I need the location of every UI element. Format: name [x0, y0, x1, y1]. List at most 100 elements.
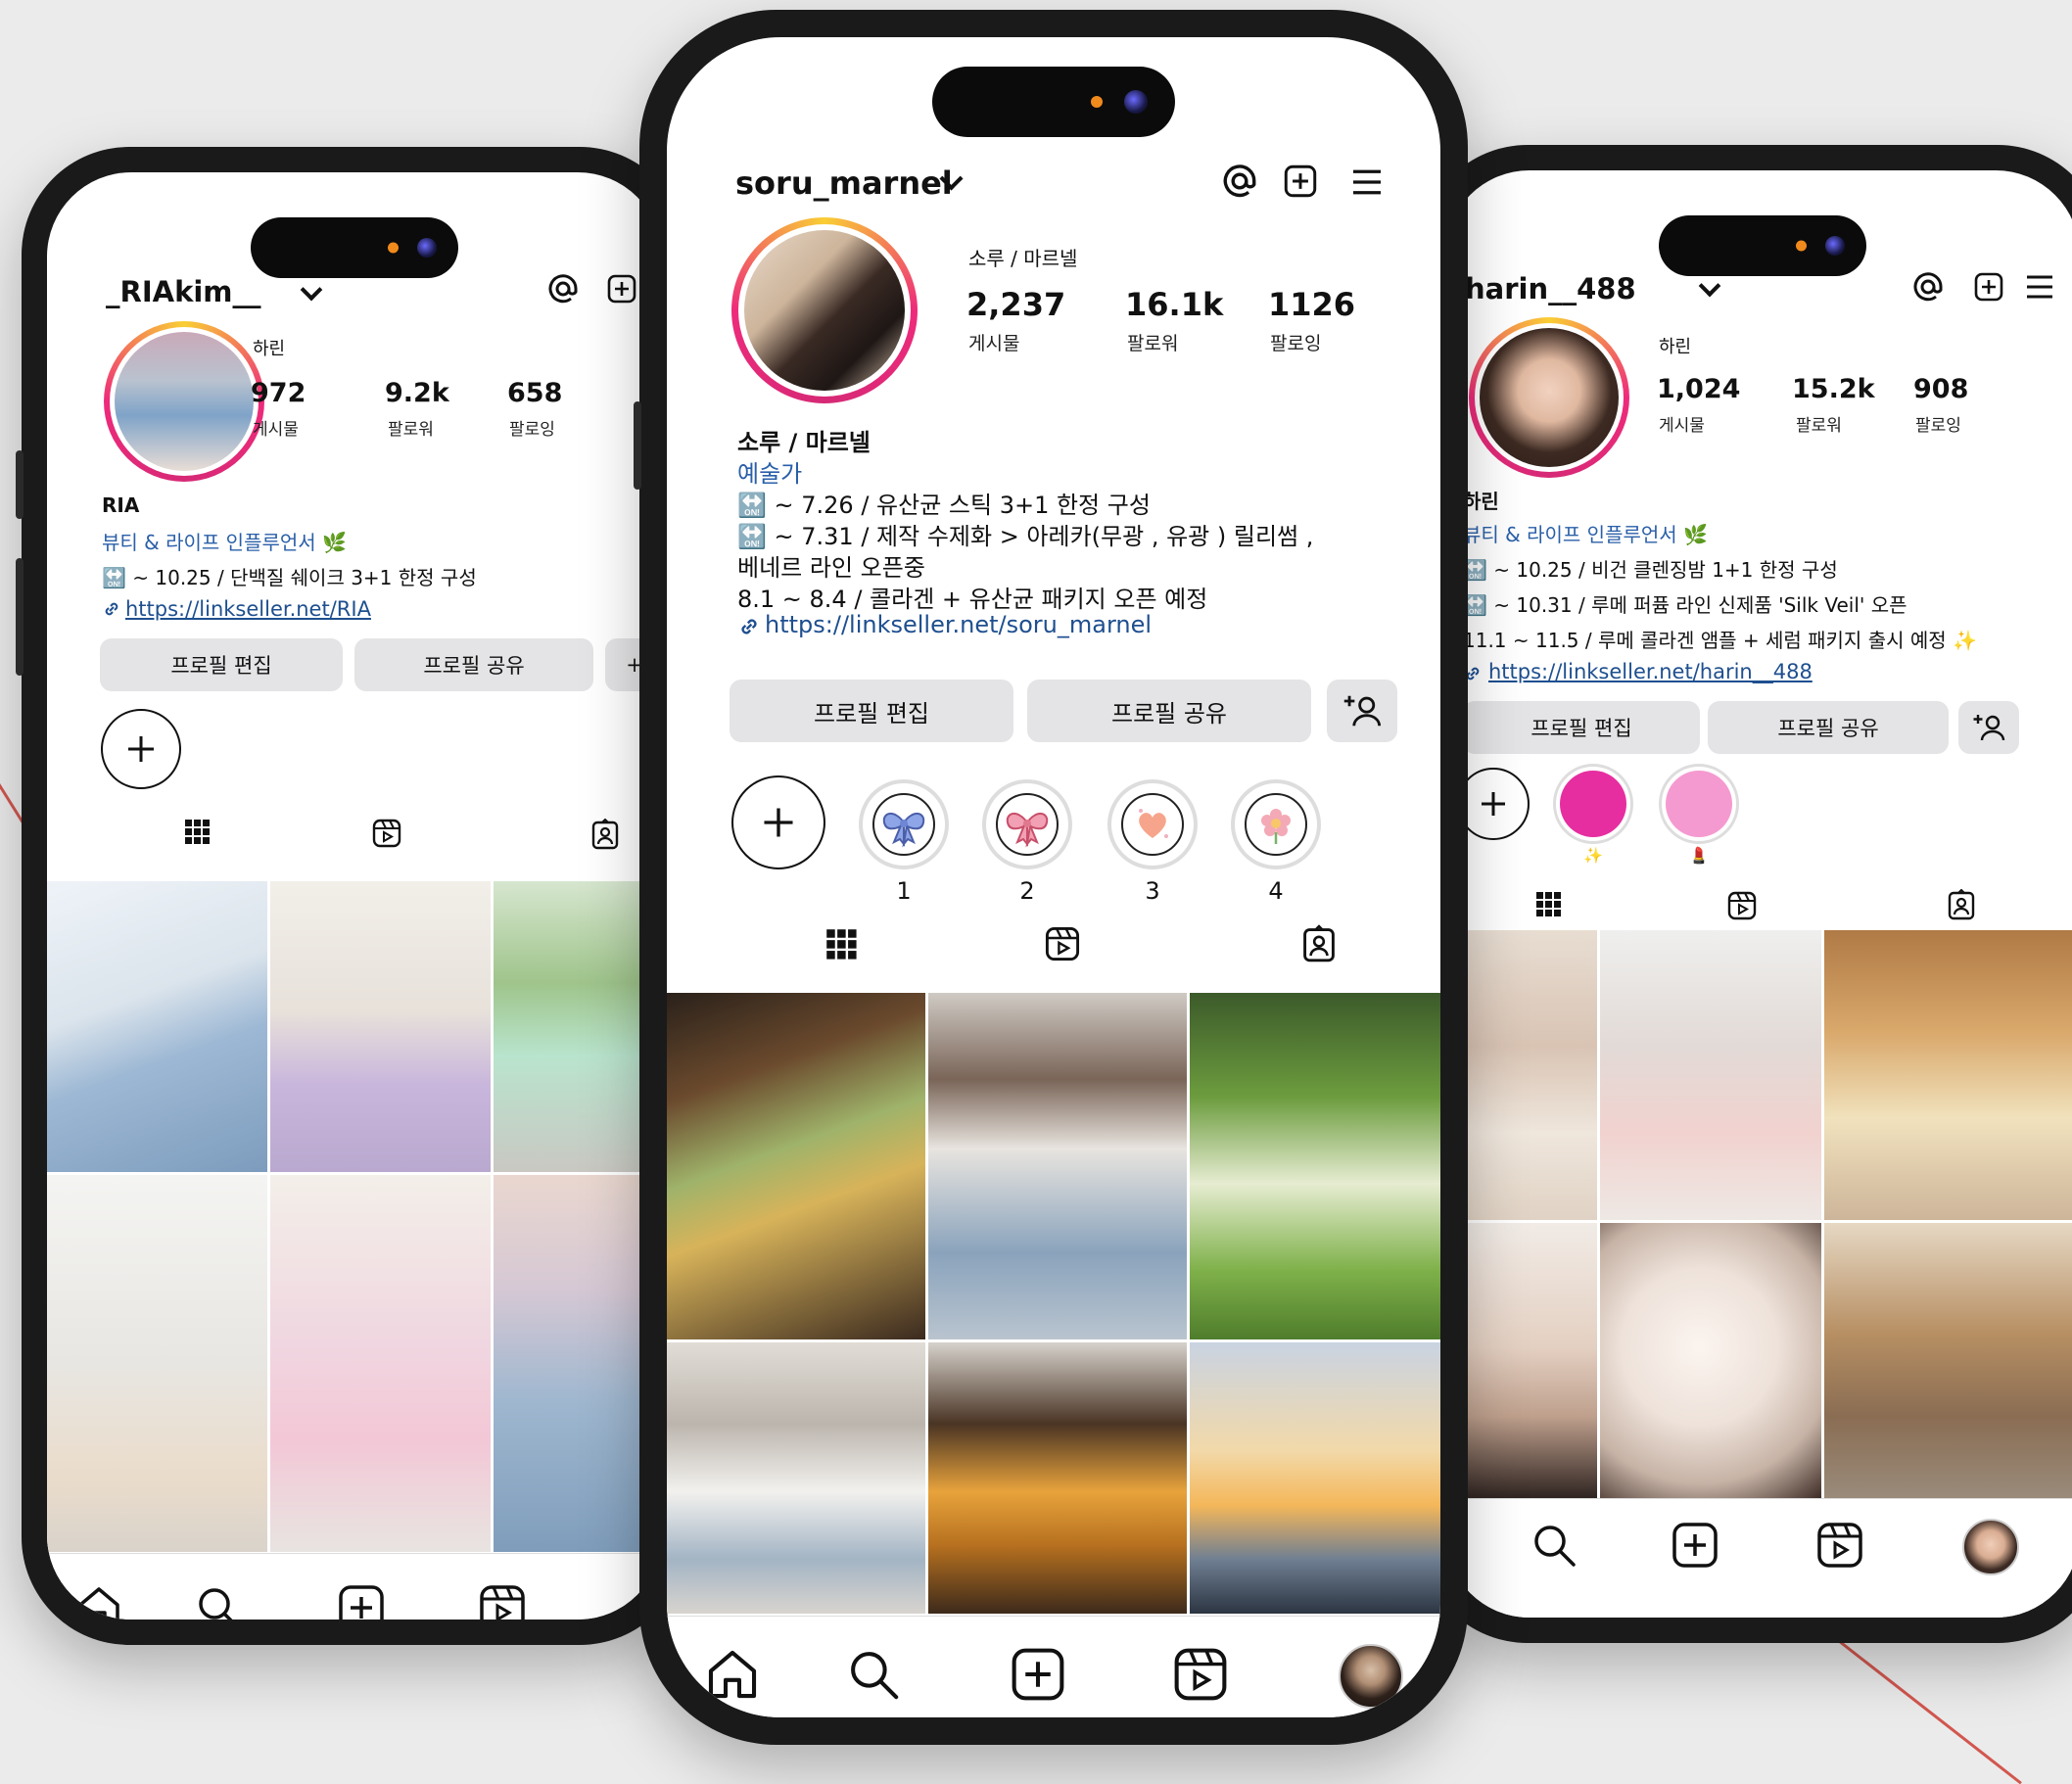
tagged-tab-icon[interactable]	[590, 819, 620, 850]
add-friend-button[interactable]	[1327, 680, 1397, 742]
highlight-label: 4	[1268, 877, 1284, 905]
add-person-icon	[1973, 715, 2005, 741]
link-icon	[105, 602, 118, 616]
add-post-icon[interactable]	[1284, 164, 1317, 198]
post-thumbnail[interactable]	[1190, 1342, 1440, 1614]
stat-followers-value[interactable]: 15.2k	[1792, 374, 1875, 404]
post-thumbnail[interactable]	[47, 1175, 267, 1552]
reels-tab-icon[interactable]	[1727, 891, 1757, 920]
post-thumbnail[interactable]	[1824, 1223, 2072, 1499]
post-thumbnail[interactable]	[667, 1342, 925, 1614]
display-name: 하린	[1659, 337, 1692, 357]
stat-following-label: 팔로잉	[1270, 333, 1322, 354]
avatar[interactable]	[104, 321, 264, 482]
post-thumbnail[interactable]	[1600, 930, 1821, 1220]
chevron-down-icon[interactable]	[1698, 274, 1721, 298]
home-icon[interactable]	[74, 1583, 123, 1620]
add-friend-button[interactable]	[1958, 701, 2019, 754]
post-thumbnail[interactable]	[494, 1175, 662, 1552]
post-thumbnail[interactable]	[1445, 1223, 1597, 1499]
grid-tab-icon[interactable]	[184, 819, 212, 846]
bottom-nav	[667, 1616, 1440, 1717]
new-highlight-button[interactable]	[731, 775, 825, 869]
story-highlight[interactable]	[1553, 764, 1633, 844]
story-highlight[interactable]	[859, 779, 949, 869]
reels-icon[interactable]	[478, 1583, 527, 1620]
post-thumbnail[interactable]	[1824, 930, 2072, 1220]
bio-line: 11.1 ~ 11.5 / 루메 콜라겐 앰플 + 세럼 패키지 출시 예정 ✨	[1463, 629, 1977, 652]
blue-ribbon-icon	[872, 793, 935, 856]
home-icon[interactable]	[704, 1646, 761, 1703]
avatar[interactable]	[731, 217, 918, 403]
profile-link[interactable]: https://linkseller.net/harin__488	[1488, 660, 1813, 683]
post-thumbnail[interactable]	[1190, 993, 1440, 1339]
reels-icon[interactable]	[1815, 1521, 1864, 1570]
profile-link[interactable]: https://linkseller.net/RIA	[125, 597, 371, 621]
search-icon[interactable]	[845, 1646, 902, 1703]
share-profile-button[interactable]: 프로필 공유	[1708, 701, 1949, 754]
post-thumbnail[interactable]	[928, 993, 1187, 1339]
grid-tab-icon[interactable]	[1535, 891, 1563, 918]
post-thumbnail[interactable]	[1445, 930, 1597, 1220]
menu-icon[interactable]	[2025, 274, 2054, 300]
profile-avatar-icon[interactable]	[1339, 1644, 1403, 1709]
stat-followers-value[interactable]: 16.1k	[1125, 286, 1223, 323]
share-profile-button[interactable]: 프로필 공유	[1027, 680, 1311, 742]
dynamic-island	[1659, 215, 1866, 276]
stat-following-value[interactable]: 1126	[1268, 286, 1355, 323]
new-highlight-button[interactable]	[101, 709, 181, 789]
post-thumbnail[interactable]	[1600, 1223, 1821, 1499]
edit-profile-button[interactable]: 프로필 편집	[100, 638, 343, 691]
story-highlight[interactable]	[1107, 779, 1198, 869]
profile-username[interactable]: harin__488	[1465, 272, 1636, 305]
edit-profile-button[interactable]: 프로필 편집	[1463, 701, 1700, 754]
at-icon[interactable]	[1223, 164, 1256, 198]
stat-following-value[interactable]: 908	[1913, 374, 1968, 404]
plus-icon	[1482, 792, 1505, 816]
search-icon[interactable]	[1530, 1521, 1578, 1570]
at-icon[interactable]	[548, 274, 578, 304]
stat-followers-label: 팔로워	[388, 420, 434, 440]
share-profile-button[interactable]: 프로필 공유	[354, 638, 593, 691]
stat-following-value[interactable]: 658	[507, 378, 562, 408]
post-thumbnail[interactable]	[270, 1175, 491, 1552]
story-highlight[interactable]	[982, 779, 1072, 869]
edit-profile-button[interactable]: 프로필 편집	[730, 680, 1013, 742]
create-icon[interactable]	[1010, 1646, 1066, 1703]
story-highlight[interactable]	[1231, 779, 1321, 869]
menu-icon[interactable]	[1350, 168, 1384, 196]
stat-posts-label: 게시물	[968, 333, 1020, 354]
chevron-down-icon[interactable]	[300, 278, 323, 302]
profile-username[interactable]: _RIAkim__	[106, 275, 261, 308]
story-highlight[interactable]	[1659, 764, 1739, 844]
create-icon[interactable]	[1671, 1521, 1719, 1570]
create-icon[interactable]	[337, 1583, 386, 1620]
stat-followers-label: 팔로워	[1796, 416, 1842, 436]
add-post-icon[interactable]	[607, 274, 636, 304]
highlight-label: 💄	[1689, 846, 1709, 865]
avatar[interactable]	[1469, 317, 1629, 478]
search-icon[interactable]	[194, 1583, 243, 1620]
posts-grid	[47, 881, 662, 1552]
profile-username[interactable]: soru_marnel	[735, 164, 953, 202]
bio-line: 🔛 ~ 7.31 / 제작 수제화 > 아레카(무광 , 유광 ) 릴리썸 ,	[737, 523, 1314, 550]
reels-tab-icon[interactable]	[1045, 926, 1080, 962]
post-thumbnail[interactable]	[47, 881, 267, 1172]
profile-link[interactable]: https://linkseller.net/soru_marnel	[765, 611, 1152, 638]
grid-tab-icon[interactable]	[825, 928, 859, 962]
post-thumbnail[interactable]	[270, 881, 491, 1172]
post-thumbnail[interactable]	[494, 881, 662, 1172]
post-thumbnail[interactable]	[928, 1342, 1187, 1614]
profile-avatar-icon[interactable]	[1962, 1519, 2019, 1575]
tagged-tab-icon[interactable]	[1947, 889, 1976, 920]
reels-tab-icon[interactable]	[372, 819, 401, 848]
at-icon[interactable]	[1913, 272, 1943, 302]
tagged-tab-icon[interactable]	[1301, 924, 1337, 963]
bio-name: RIA	[102, 493, 140, 517]
add-post-icon[interactable]	[1974, 272, 2003, 302]
stat-followers-value[interactable]: 9.2k	[385, 378, 449, 408]
post-thumbnail[interactable]	[667, 993, 925, 1339]
reels-icon[interactable]	[1172, 1646, 1229, 1703]
new-highlight-button[interactable]	[1457, 768, 1530, 840]
link-icon	[741, 619, 757, 634]
